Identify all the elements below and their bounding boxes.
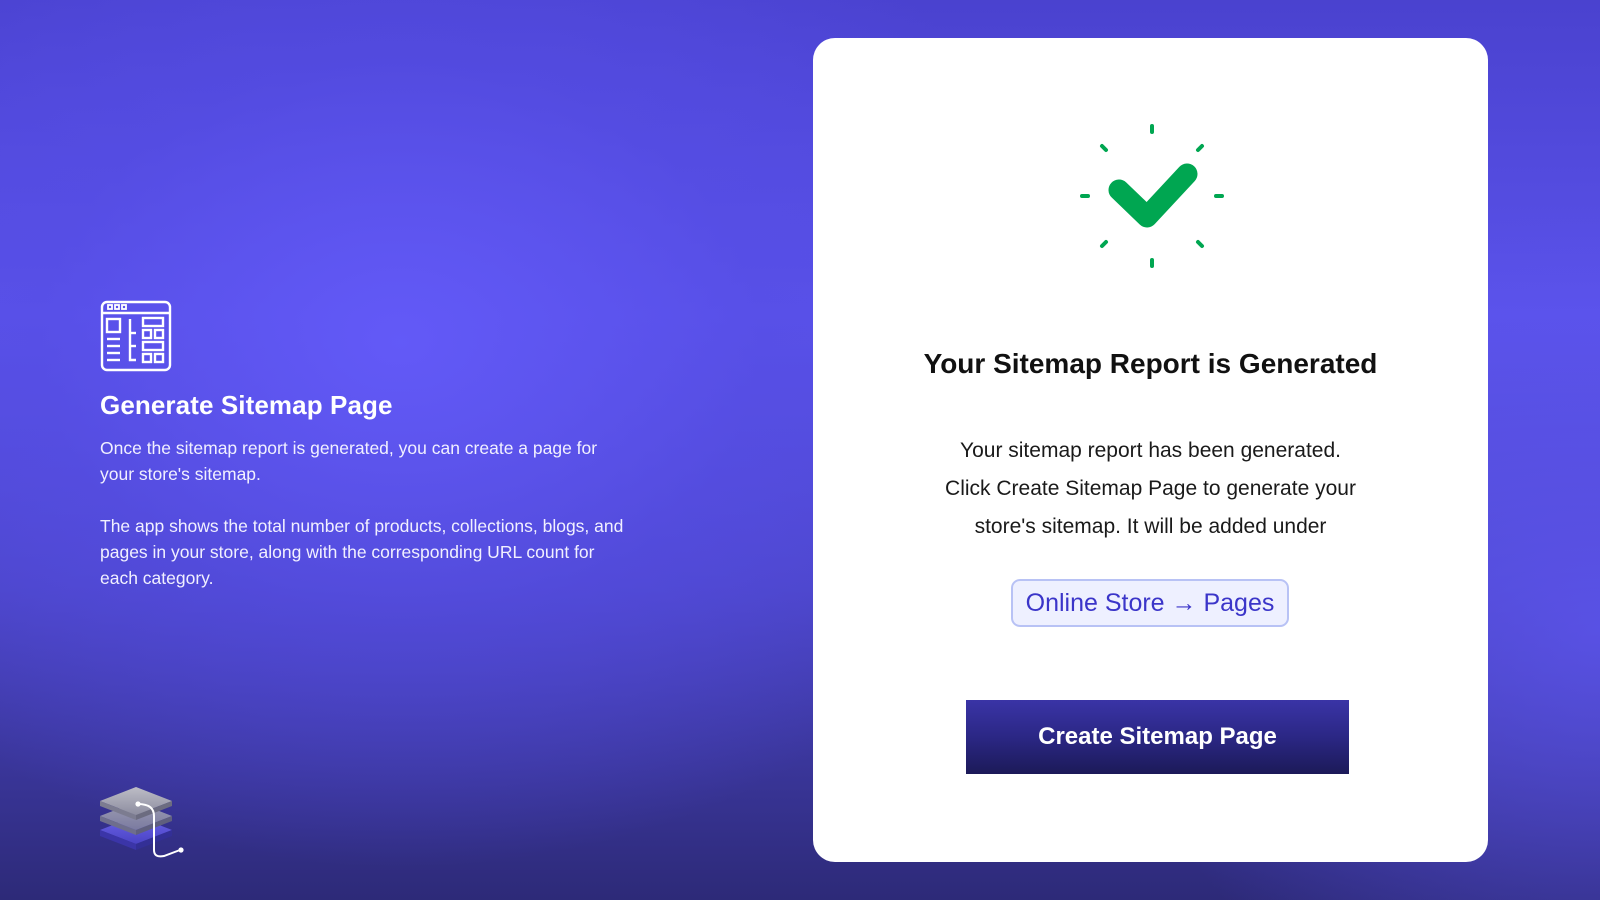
card-description: Your sitemap report has been generated. … [883, 432, 1418, 546]
feature-description-1: Once the sitemap report is generated, yo… [100, 438, 598, 484]
sitemap-layout-icon [100, 300, 172, 372]
card-description-line: store's sitemap. It will be added under [974, 515, 1327, 538]
sitemap-status-card: Your Sitemap Report is Generated Your si… [813, 38, 1488, 862]
feature-panel: Generate Sitemap Page Once the sitemap r… [100, 300, 630, 617]
feature-title: Generate Sitemap Page [100, 390, 393, 420]
success-checkmark-icon [1080, 124, 1224, 268]
card-description-line: Your sitemap report has been generated. [960, 439, 1341, 462]
create-sitemap-page-button[interactable]: Create Sitemap Page [966, 700, 1349, 774]
layered-stack-logo-icon [100, 787, 184, 858]
online-store-pages-path-badge: Online Store → Pages [1011, 579, 1289, 627]
feature-description-2: The app shows the total number of produc… [100, 516, 624, 588]
card-title: Your Sitemap Report is Generated [923, 348, 1378, 379]
card-description-line: Click Create Sitemap Page to generate yo… [945, 477, 1356, 500]
